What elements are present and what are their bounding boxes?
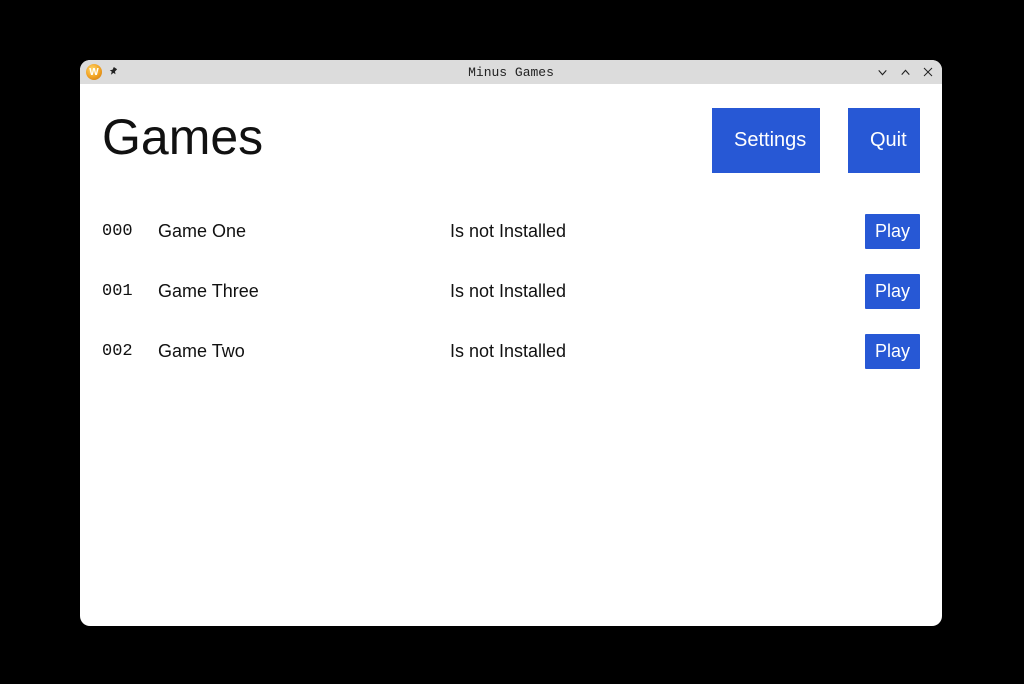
titlebar-left: W <box>80 64 120 80</box>
window-controls <box>876 66 934 79</box>
game-name: Game Three <box>158 281 450 302</box>
game-row: 000 Game One Is not Installed Play <box>102 201 920 261</box>
quit-button[interactable]: Quit <box>848 108 920 173</box>
settings-button[interactable]: Settings <box>712 108 820 173</box>
header-buttons: Settings Quit <box>712 108 920 173</box>
game-row: 002 Game Two Is not Installed Play <box>102 321 920 381</box>
pin-icon[interactable] <box>108 66 120 78</box>
app-icon: W <box>86 64 102 80</box>
game-list: 000 Game One Is not Installed Play 001 G… <box>102 201 920 381</box>
game-id: 001 <box>102 282 158 301</box>
game-id: 000 <box>102 222 158 241</box>
content-area: Games Settings Quit 000 Game One Is not … <box>80 84 942 626</box>
game-name: Game One <box>158 221 450 242</box>
game-row: 001 Game Three Is not Installed Play <box>102 261 920 321</box>
close-icon[interactable] <box>922 66 934 78</box>
game-id: 002 <box>102 342 158 361</box>
app-window: W Minus Games Games Settings Quit <box>80 60 942 626</box>
play-button[interactable]: Play <box>865 214 920 249</box>
game-status: Is not Installed <box>450 281 865 302</box>
window-title: Minus Games <box>468 65 554 80</box>
titlebar: W Minus Games <box>80 60 942 84</box>
game-name: Game Two <box>158 341 450 362</box>
game-status: Is not Installed <box>450 341 865 362</box>
minimize-icon[interactable] <box>876 66 889 79</box>
page-title: Games <box>102 108 263 165</box>
play-button[interactable]: Play <box>865 274 920 309</box>
header-row: Games Settings Quit <box>102 108 920 173</box>
game-status: Is not Installed <box>450 221 865 242</box>
play-button[interactable]: Play <box>865 334 920 369</box>
maximize-icon[interactable] <box>899 66 912 79</box>
